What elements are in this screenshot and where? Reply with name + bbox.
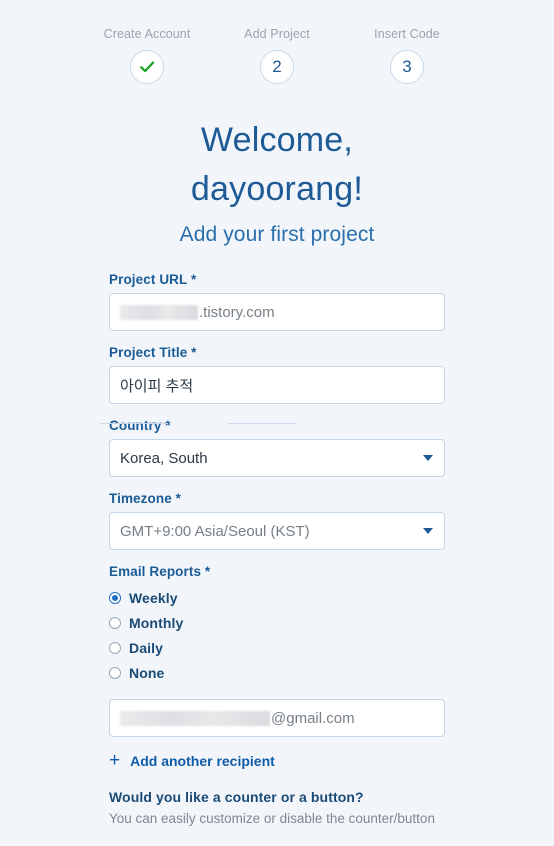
stepper-labels: Create Account Add Project Insert Code <box>0 26 554 42</box>
step-label-create-account: Create Account <box>103 27 191 41</box>
plus-icon: + <box>109 750 121 771</box>
email-reports-label: Email Reports * <box>109 564 211 579</box>
project-url-suffix: .tistory.com <box>199 303 275 321</box>
recipient-email-input[interactable]: @gmail.com <box>109 699 445 737</box>
field-project-url: Project URL * .tistory.com <box>109 272 445 331</box>
project-title-value: 아이피 추적 <box>120 377 194 395</box>
chevron-down-icon <box>423 528 433 534</box>
radio-weekly-label: Weekly <box>129 589 178 606</box>
field-email-reports: Email Reports * Weekly Monthly Daily Non… <box>109 564 445 685</box>
radio-option-none[interactable]: None <box>109 660 445 685</box>
radio-option-weekly[interactable]: Weekly <box>109 585 445 610</box>
stepper-connector-1 <box>100 423 168 425</box>
step-3-circle-insert-code[interactable]: 3 <box>390 50 424 84</box>
project-url-input[interactable]: .tistory.com <box>109 293 445 331</box>
recipient-email-suffix: @gmail.com <box>271 709 355 727</box>
page-subtitle: Add your first project <box>179 223 375 246</box>
add-project-form: Project URL * .tistory.com Project Title… <box>109 248 445 828</box>
redacted-email-block <box>120 710 270 726</box>
step-label-insert-code: Insert Code <box>374 27 440 41</box>
stepper-connector-2 <box>228 423 296 425</box>
field-project-title: Project Title * 아이피 추적 <box>109 345 445 404</box>
radio-monthly-icon[interactable] <box>109 616 121 629</box>
step-3-wrap: 3 <box>342 50 472 84</box>
email-reports-radio-group: Weekly Monthly Daily None <box>109 585 445 685</box>
timezone-select[interactable]: GMT+9:00 Asia/Seoul (KST) <box>109 512 445 550</box>
country-label: Country * <box>109 418 171 433</box>
check-icon <box>140 61 155 73</box>
redacted-url-block <box>120 304 198 320</box>
welcome-heading: Welcome, dayoorang! <box>0 116 554 214</box>
field-recipient-email: @gmail.com <box>109 699 445 737</box>
step-2-wrap: 2 <box>212 50 342 84</box>
add-another-recipient-label: Add another recipient <box>130 753 275 769</box>
timezone-value: GMT+9:00 Asia/Seoul (KST) <box>120 522 310 540</box>
add-another-recipient-button[interactable]: + Add another recipient <box>109 750 445 771</box>
country-value: Korea, South <box>120 449 208 467</box>
radio-none-label: None <box>129 664 165 681</box>
radio-daily-label: Daily <box>129 639 163 656</box>
field-timezone: Timezone * GMT+9:00 Asia/Seoul (KST) <box>109 491 445 550</box>
radio-monthly-label: Monthly <box>129 614 184 631</box>
radio-none-icon[interactable] <box>109 666 121 679</box>
chevron-down-icon <box>423 455 433 461</box>
project-url-label: Project URL * <box>109 272 197 287</box>
country-select[interactable]: Korea, South <box>109 439 445 477</box>
step-1-wrap <box>82 50 212 84</box>
step-label-add-project: Add Project <box>244 27 310 41</box>
stepper-circles: 2 3 <box>0 50 554 425</box>
field-country: Country * Korea, South <box>109 418 445 477</box>
welcome-line-2: dayoorang! <box>190 170 364 208</box>
onboarding-page: Create Account Add Project Insert Code 2… <box>0 0 554 846</box>
onboarding-stepper: Create Account Add Project Insert Code 2… <box>0 0 554 425</box>
radio-option-daily[interactable]: Daily <box>109 635 445 660</box>
project-title-label: Project Title * <box>109 345 197 360</box>
radio-daily-icon[interactable] <box>109 641 121 654</box>
step-2-circle-add-project[interactable]: 2 <box>260 50 294 84</box>
counter-section-description: You can easily customize or disable the … <box>109 811 435 826</box>
step-1-circle-create-account[interactable] <box>130 50 164 84</box>
radio-weekly-icon[interactable] <box>109 591 121 604</box>
radio-option-monthly[interactable]: Monthly <box>109 610 445 635</box>
timezone-label: Timezone * <box>109 491 182 506</box>
counter-section-question: Would you like a counter or a button? <box>109 789 364 805</box>
welcome-line-1: Welcome, <box>200 121 354 159</box>
project-title-input[interactable]: 아이피 추적 <box>109 366 445 404</box>
